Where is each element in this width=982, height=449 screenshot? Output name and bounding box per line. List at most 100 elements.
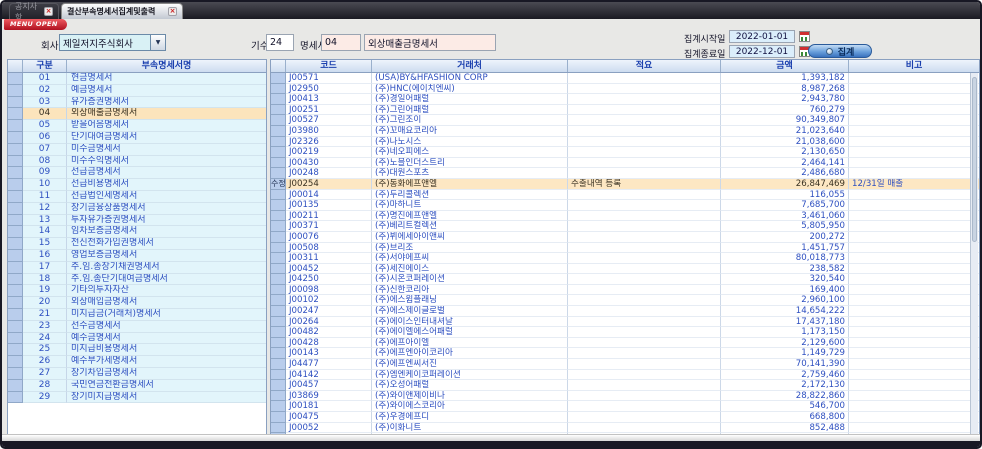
table-row[interactable]: J00247 (주)에스제이글로벌 14,654,222 bbox=[271, 306, 979, 317]
list-item[interactable]: 28 국민연금전환금명세서 bbox=[8, 380, 266, 392]
table-row[interactable]: J00143 (주)에프엔아이코리아 1,149,729 bbox=[271, 348, 979, 359]
table-row[interactable]: J00052 (주)이화니트 852,488 bbox=[271, 423, 979, 434]
period-input[interactable]: 24 bbox=[266, 34, 294, 51]
row-selector[interactable] bbox=[8, 368, 23, 380]
statement-code-input[interactable]: 04 bbox=[321, 34, 361, 51]
row-selector[interactable] bbox=[8, 203, 23, 215]
row-selector[interactable] bbox=[271, 359, 286, 370]
table-row[interactable]: J00527 (주)그린조이 90,349,807 bbox=[271, 115, 979, 126]
list-item[interactable]: 14 임차보증금명세서 bbox=[8, 226, 266, 238]
table-row[interactable]: J02326 (주)나노시스 21,038,600 bbox=[271, 137, 979, 148]
row-selector[interactable] bbox=[8, 97, 23, 109]
row-selector[interactable] bbox=[271, 412, 286, 423]
row-selector[interactable] bbox=[271, 380, 286, 391]
row-selector[interactable] bbox=[8, 285, 23, 297]
table-row[interactable]: J00014 (주)두리콜렉션 116,055 bbox=[271, 190, 979, 201]
row-selector[interactable] bbox=[271, 401, 286, 412]
list-item[interactable]: 16 영업보증금명세서 bbox=[8, 250, 266, 262]
start-date-input[interactable]: 2022-01-01 bbox=[729, 30, 795, 43]
row-selector[interactable] bbox=[271, 285, 286, 296]
table-row[interactable]: J04477 (주)에프엔씨서진 70,141,390 bbox=[271, 359, 979, 370]
list-item[interactable]: 21 미지급금(거래처)명세서 bbox=[8, 309, 266, 321]
table-row[interactable]: J00428 (주)에프아이엘 2,129,600 bbox=[271, 338, 979, 349]
list-item[interactable]: 11 선급법인세명세서 bbox=[8, 191, 266, 203]
list-item[interactable]: 17 주.임.종장기채권명세서 bbox=[8, 262, 266, 274]
list-item[interactable]: 01 현금명세서 bbox=[8, 73, 266, 85]
row-selector[interactable] bbox=[271, 147, 286, 158]
table-row[interactable]: J00251 (주)그린어패럴 760,279 bbox=[271, 105, 979, 116]
table-row[interactable]: J00211 (주)명진에프앤엘 3,461,060 bbox=[271, 211, 979, 222]
table-row[interactable]: J04142 (주)엠엔케이코퍼레이션 2,759,460 bbox=[271, 370, 979, 381]
table-row[interactable]: J00135 (주)마하니트 7,685,700 bbox=[271, 200, 979, 211]
row-selector[interactable] bbox=[271, 274, 286, 285]
row-selector[interactable] bbox=[8, 85, 23, 97]
table-row[interactable]: J00264 (주)에이스인터내셔날 17,437,180 bbox=[271, 317, 979, 328]
list-item[interactable]: 20 외상매입금명세서 bbox=[8, 297, 266, 309]
table-row[interactable]: J00413 (주)경일어패럴 2,943,780 bbox=[271, 94, 979, 105]
row-selector[interactable] bbox=[271, 105, 286, 116]
row-selector[interactable] bbox=[271, 211, 286, 222]
list-item[interactable]: 18 주.임.종단기대여금명세서 bbox=[8, 274, 266, 286]
row-selector[interactable] bbox=[271, 306, 286, 317]
row-selector[interactable] bbox=[8, 167, 23, 179]
table-row[interactable]: J00371 (주)베리트컬렉션 5,805,950 bbox=[271, 221, 979, 232]
row-selector[interactable] bbox=[8, 132, 23, 144]
table-row[interactable]: J02950 (주)HNC(에이치엔씨) 8,987,268 bbox=[271, 84, 979, 95]
table-row[interactable]: J04250 (주)시온코퍼레이션 320,540 bbox=[271, 274, 979, 285]
list-item[interactable]: 10 선급비용명세서 bbox=[8, 179, 266, 191]
row-selector[interactable] bbox=[8, 108, 23, 120]
row-selector[interactable] bbox=[8, 274, 23, 286]
end-date-input[interactable]: 2022-12-01 bbox=[729, 45, 795, 58]
row-selector[interactable] bbox=[8, 156, 23, 168]
menu-open-badge[interactable]: MENU OPEN bbox=[4, 19, 67, 30]
row-selector[interactable] bbox=[271, 348, 286, 359]
row-selector[interactable] bbox=[271, 137, 286, 148]
table-row[interactable]: J00219 (주)네오피에스 2,130,650 bbox=[271, 147, 979, 158]
row-selector[interactable] bbox=[8, 250, 23, 262]
list-item[interactable]: 04 외상매출금명세서 bbox=[8, 108, 266, 120]
row-selector[interactable] bbox=[8, 392, 23, 404]
list-item[interactable]: 26 예수부가세명세서 bbox=[8, 356, 266, 368]
table-row[interactable]: J00102 (주)에스윔플래닝 2,960,100 bbox=[271, 295, 979, 306]
row-selector[interactable] bbox=[271, 200, 286, 211]
table-row[interactable]: J00482 (주)에이엘에스어패럴 1,173,150 bbox=[271, 327, 979, 338]
row-selector[interactable] bbox=[8, 120, 23, 132]
tab-statement-report[interactable]: 결산부속명세서집계및출력 × bbox=[61, 3, 183, 19]
table-row[interactable]: J00430 (주)노블인더스트리 2,464,141 bbox=[271, 158, 979, 169]
list-item[interactable]: 08 미수수익명세서 bbox=[8, 156, 266, 168]
row-selector[interactable] bbox=[271, 158, 286, 169]
table-row[interactable]: J03869 (주)와이앤제이비나 28,822,860 bbox=[271, 391, 979, 402]
row-selector[interactable] bbox=[271, 94, 286, 105]
row-selector[interactable] bbox=[8, 73, 23, 85]
table-row[interactable]: J00475 (주)우경에프디 668,800 bbox=[271, 412, 979, 423]
close-icon[interactable]: × bbox=[44, 7, 53, 16]
table-row[interactable]: J00248 (주)대원스포츠 2,486,680 bbox=[271, 168, 979, 179]
table-row[interactable]: J00457 (주)오성어패럴 2,172,130 bbox=[271, 380, 979, 391]
row-selector[interactable] bbox=[271, 264, 286, 275]
list-item[interactable]: 15 전신전화가입권명세서 bbox=[8, 238, 266, 250]
row-selector[interactable]: 수정 bbox=[271, 179, 286, 190]
list-item[interactable]: 07 미수금명세서 bbox=[8, 144, 266, 156]
table-row[interactable]: J00076 (주)뷔에세아이앤씨 200,272 bbox=[271, 232, 979, 243]
list-item[interactable]: 03 유가증권명세서 bbox=[8, 97, 266, 109]
row-selector[interactable] bbox=[271, 221, 286, 232]
row-selector[interactable] bbox=[8, 191, 23, 203]
row-selector[interactable] bbox=[271, 168, 286, 179]
list-item[interactable]: 12 장기금융상품명세서 bbox=[8, 203, 266, 215]
row-selector[interactable] bbox=[271, 327, 286, 338]
tab-notice[interactable]: 공지사항 × bbox=[9, 3, 59, 19]
list-item[interactable]: 29 장기미지급명세서 bbox=[8, 392, 266, 404]
row-selector[interactable] bbox=[271, 190, 286, 201]
list-item[interactable]: 02 예금명세서 bbox=[8, 85, 266, 97]
table-row[interactable]: 수정 J00254 (주)동화에프앤엘 수출내역 등록 26,847,469 1… bbox=[271, 179, 979, 190]
row-selector[interactable] bbox=[8, 344, 23, 356]
row-selector[interactable] bbox=[271, 84, 286, 95]
list-item[interactable]: 09 선급금명세서 bbox=[8, 167, 266, 179]
row-selector[interactable] bbox=[8, 179, 23, 191]
chevron-down-icon[interactable]: ▼ bbox=[150, 35, 165, 50]
list-item[interactable]: 24 예수금명세서 bbox=[8, 333, 266, 345]
row-selector[interactable] bbox=[271, 317, 286, 328]
row-selector[interactable] bbox=[271, 243, 286, 254]
row-selector[interactable] bbox=[8, 356, 23, 368]
row-selector[interactable] bbox=[271, 295, 286, 306]
